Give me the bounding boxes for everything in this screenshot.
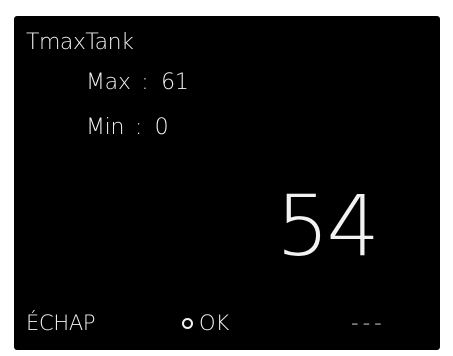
min-label: Min — [86, 115, 125, 140]
more-button[interactable]: --- — [351, 311, 386, 335]
ok-button[interactable]: OK — [182, 311, 229, 335]
screen-title: TmaxTank — [26, 30, 134, 55]
max-separator: : — [141, 70, 149, 95]
current-value: 54 — [276, 177, 380, 275]
soft-key-bar: ÉCHAP OK --- — [14, 311, 440, 341]
max-value: 61 — [161, 70, 189, 95]
min-value: 0 — [154, 115, 169, 140]
max-row: Max : 61 — [86, 70, 189, 95]
min-separator: : — [134, 115, 142, 140]
max-label: Max — [86, 70, 131, 95]
min-row: Min : 0 — [86, 115, 169, 140]
escape-button[interactable]: ÉCHAP — [26, 311, 96, 335]
device-screen: TmaxTank Max : 61 Min : 0 54 ÉCHAP OK --… — [14, 16, 440, 350]
ok-bullet-icon — [182, 317, 193, 329]
ok-label: OK — [199, 311, 230, 335]
